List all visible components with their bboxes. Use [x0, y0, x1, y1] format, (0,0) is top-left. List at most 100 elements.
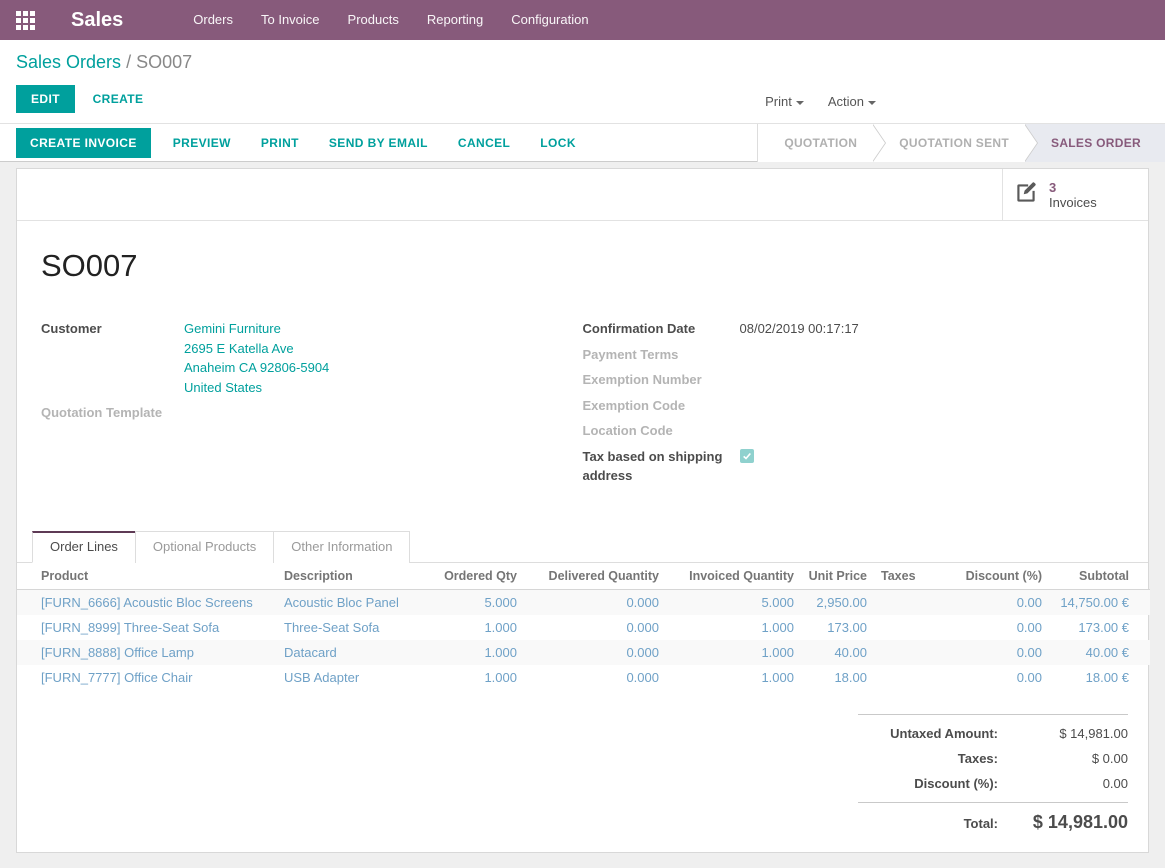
- col-discount: Discount (%): [957, 563, 1042, 590]
- breadcrumb-sales-orders[interactable]: Sales Orders: [16, 52, 121, 72]
- cell-taxes[interactable]: [867, 640, 957, 665]
- cell-invoiced-qty[interactable]: 1.000: [659, 615, 794, 640]
- app-brand[interactable]: Sales: [71, 9, 123, 32]
- send-by-email-button[interactable]: SEND BY EMAIL: [329, 136, 428, 150]
- cell-invoiced-qty[interactable]: 1.000: [659, 640, 794, 665]
- cell-subtotal[interactable]: 40.00 €: [1042, 640, 1129, 665]
- cell-taxes[interactable]: [867, 589, 957, 615]
- lock-button[interactable]: LOCK: [540, 136, 576, 150]
- cell-discount[interactable]: 0.00: [957, 640, 1042, 665]
- cell-description[interactable]: Acoustic Bloc Panel: [284, 589, 424, 615]
- cell-unit-price[interactable]: 173.00: [794, 615, 867, 640]
- menu-orders[interactable]: Orders: [179, 0, 247, 40]
- cell-ordered-qty[interactable]: 5.000: [424, 589, 517, 615]
- print-button[interactable]: PRINT: [261, 136, 299, 150]
- apps-grid-icon[interactable]: [16, 11, 35, 30]
- cell-description[interactable]: Datacard: [284, 640, 424, 665]
- cell-product[interactable]: [FURN_8999] Three-Seat Sofa: [17, 615, 284, 640]
- cell-unit-price[interactable]: 2,950.00: [794, 589, 867, 615]
- caret-down-icon: [868, 101, 876, 105]
- table-row[interactable]: [FURN_8999] Three-Seat Sofa Three-Seat S…: [17, 615, 1150, 640]
- location-code-label: Location Code: [583, 421, 740, 441]
- step-quotation[interactable]: QUOTATION: [758, 124, 873, 162]
- cell-delivered-qty[interactable]: 0.000: [517, 640, 659, 665]
- customer-value[interactable]: Gemini Furniture 2695 E Katella Ave Anah…: [184, 319, 329, 397]
- action-dropdown[interactable]: Action: [816, 88, 888, 115]
- notebook: Order Lines Optional Products Other Info…: [17, 531, 1148, 838]
- customer-city[interactable]: Anaheim CA 92806-5904: [184, 358, 329, 378]
- tab-order-lines[interactable]: Order Lines: [32, 531, 136, 563]
- cell-taxes[interactable]: [867, 615, 957, 640]
- cell-ordered-qty[interactable]: 1.000: [424, 615, 517, 640]
- cp-buttons: EDIT CREATE: [16, 85, 1149, 113]
- customer-street[interactable]: 2695 E Katella Ave: [184, 339, 329, 359]
- cell-ordered-qty[interactable]: 1.000: [424, 665, 517, 690]
- table-row[interactable]: [FURN_8888] Office Lamp Datacard 1.000 0…: [17, 640, 1150, 665]
- cell-discount[interactable]: 0.00: [957, 615, 1042, 640]
- confirmation-date-value[interactable]: 08/02/2019 00:17:17: [740, 319, 859, 339]
- customer-name[interactable]: Gemini Furniture: [184, 319, 329, 339]
- status-steps: QUOTATION QUOTATION SENT SALES ORDER: [757, 124, 1165, 162]
- breadcrumb-separator: /: [126, 52, 131, 72]
- step-quotation-sent[interactable]: QUOTATION SENT: [873, 124, 1025, 162]
- cell-delivered-qty[interactable]: 0.000: [517, 589, 659, 615]
- breadcrumb: Sales Orders / SO007: [16, 52, 1149, 73]
- menu-reporting[interactable]: Reporting: [413, 0, 497, 40]
- menu-to-invoice[interactable]: To Invoice: [247, 0, 334, 40]
- create-button[interactable]: CREATE: [79, 85, 158, 113]
- invoices-label: Invoices: [1049, 195, 1097, 210]
- total-label: Total:: [858, 816, 1016, 831]
- tax-shipping-checkbox-checked[interactable]: [740, 449, 754, 463]
- breadcrumb-current: SO007: [136, 52, 192, 72]
- cell-delivered-qty[interactable]: 0.000: [517, 665, 659, 690]
- cell-product[interactable]: [FURN_8888] Office Lamp: [17, 640, 284, 665]
- taxes-value: $ 0.00: [1016, 751, 1128, 766]
- cell-invoiced-qty[interactable]: 1.000: [659, 665, 794, 690]
- tab-bar: Order Lines Optional Products Other Info…: [17, 531, 1148, 563]
- tax-shipping-label: Tax based on shipping address: [583, 447, 740, 486]
- print-dropdown[interactable]: Print: [753, 88, 816, 115]
- customer-country[interactable]: United States: [184, 378, 329, 398]
- cell-subtotal[interactable]: 173.00 €: [1042, 615, 1129, 640]
- cell-unit-price[interactable]: 40.00: [794, 640, 867, 665]
- cell-subtotal[interactable]: 18.00 €: [1042, 665, 1129, 690]
- field-exemption-number: Exemption Number: [583, 367, 1125, 393]
- table-header-row: Product Description Ordered Qty Delivere…: [17, 563, 1150, 590]
- content-area: 3 Invoices SO007 Customer Gemini Furnitu…: [0, 162, 1165, 853]
- menu-configuration[interactable]: Configuration: [497, 0, 602, 40]
- menu-products[interactable]: Products: [334, 0, 413, 40]
- payment-terms-label: Payment Terms: [583, 345, 740, 365]
- field-quotation-template: Quotation Template: [41, 400, 583, 426]
- cell-product[interactable]: [FURN_6666] Acoustic Bloc Screens: [17, 589, 284, 615]
- invoices-stat-button[interactable]: 3 Invoices: [1002, 169, 1148, 220]
- tab-other-information[interactable]: Other Information: [273, 531, 410, 563]
- cell-discount[interactable]: 0.00: [957, 665, 1042, 690]
- total-row: Total: $ 14,981.00: [858, 802, 1128, 838]
- field-customer: Customer Gemini Furniture 2695 E Katella…: [41, 316, 583, 400]
- cell-delivered-qty[interactable]: 0.000: [517, 615, 659, 640]
- top-navbar: Sales Orders To Invoice Products Reporti…: [0, 0, 1165, 40]
- table-row[interactable]: [FURN_7777] Office Chair USB Adapter 1.0…: [17, 665, 1150, 690]
- cell-description[interactable]: Three-Seat Sofa: [284, 615, 424, 640]
- col-description: Description: [284, 563, 424, 590]
- invoices-count: 3: [1049, 180, 1097, 195]
- col-ordered-qty: Ordered Qty: [424, 563, 517, 590]
- cell-description[interactable]: USB Adapter: [284, 665, 424, 690]
- field-tax-shipping: Tax based on shipping address: [583, 444, 1125, 489]
- cell-unit-price[interactable]: 18.00: [794, 665, 867, 690]
- create-invoice-button[interactable]: CREATE INVOICE: [16, 128, 151, 158]
- total-value: $ 14,981.00: [1016, 812, 1128, 833]
- cell-subtotal[interactable]: 14,750.00 €: [1042, 589, 1129, 615]
- cell-taxes[interactable]: [867, 665, 957, 690]
- edit-button[interactable]: EDIT: [16, 85, 75, 113]
- cell-product[interactable]: [FURN_7777] Office Chair: [17, 665, 284, 690]
- cell-ordered-qty[interactable]: 1.000: [424, 640, 517, 665]
- step-sales-order[interactable]: SALES ORDER: [1025, 124, 1165, 162]
- untaxed-amount-value: $ 14,981.00: [1016, 726, 1128, 741]
- table-row[interactable]: [FURN_6666] Acoustic Bloc Screens Acoust…: [17, 589, 1150, 615]
- cell-discount[interactable]: 0.00: [957, 589, 1042, 615]
- preview-button[interactable]: PREVIEW: [173, 136, 231, 150]
- cancel-button[interactable]: CANCEL: [458, 136, 510, 150]
- tab-optional-products[interactable]: Optional Products: [135, 531, 274, 563]
- cell-invoiced-qty[interactable]: 5.000: [659, 589, 794, 615]
